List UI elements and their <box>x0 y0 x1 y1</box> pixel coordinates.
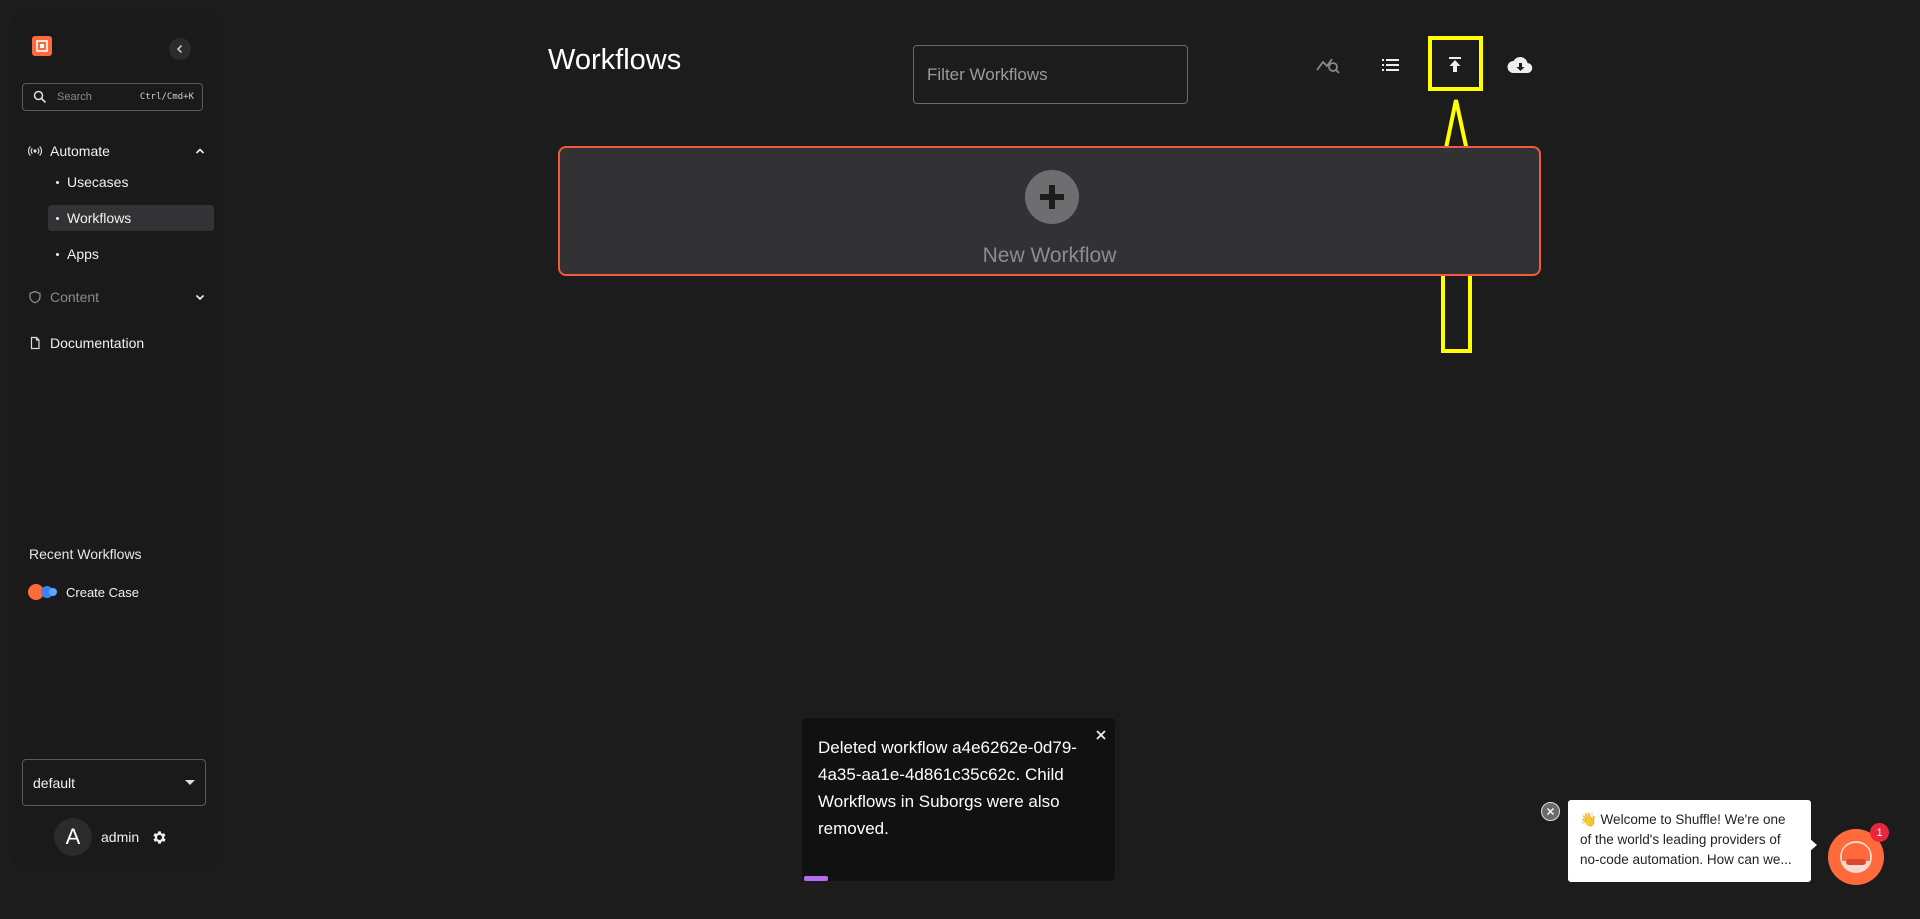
new-workflow-card[interactable]: New Workflow <box>558 146 1541 276</box>
search-chart-icon <box>1316 58 1340 74</box>
chat-unread-badge: 1 <box>1870 823 1889 842</box>
close-toast-button[interactable] <box>1091 725 1111 745</box>
search-icon <box>33 90 47 104</box>
sidebar-item-label: Workflows <box>67 210 132 226</box>
broadcast-icon <box>28 145 42 157</box>
search-shortcut: Ctrl/Cmd+K <box>139 92 194 102</box>
sidebar-item-workflows[interactable]: Workflows <box>48 205 214 231</box>
avatar[interactable]: A <box>54 818 92 856</box>
user-row: A admin <box>54 818 168 856</box>
chevron-down-icon <box>195 294 205 301</box>
close-icon <box>1096 730 1106 740</box>
toast-progress-bar <box>804 876 828 881</box>
recent-workflow-item[interactable]: Create Case <box>28 583 139 601</box>
plus-icon <box>1025 170 1079 224</box>
toast-message: Deleted workflow a4e6262e-0d79-4a35-aa1e… <box>818 738 1077 838</box>
username: admin <box>101 829 140 845</box>
sidebar: Search Ctrl/Cmd+K Automate Usecases Work… <box>10 14 218 866</box>
cloud-download-icon <box>1507 56 1533 74</box>
shield-icon <box>29 290 41 304</box>
nav-documentation-label: Documentation <box>50 335 145 351</box>
toast-notification: Deleted workflow a4e6262e-0d79-4a35-aa1e… <box>802 718 1115 881</box>
chat-bot-icon <box>1840 841 1872 873</box>
nav-automate-label: Automate <box>50 143 110 159</box>
new-workflow-label: New Workflow <box>982 244 1117 267</box>
nav-content[interactable]: Content <box>28 289 206 305</box>
nav-documentation[interactable]: Documentation <box>28 335 206 351</box>
recent-workflows-title: Recent Workflows <box>29 546 142 562</box>
bullet <box>56 252 59 256</box>
collapse-sidebar-button[interactable] <box>169 38 191 60</box>
sidebar-item-apps[interactable]: Apps <box>48 241 214 267</box>
dropdown-arrow-icon <box>185 779 195 785</box>
nav-automate[interactable]: Automate <box>28 143 206 159</box>
nav-content-label: Content <box>50 289 100 305</box>
page-title: Workflows <box>548 44 682 76</box>
list-view-icon <box>1382 59 1399 71</box>
recent-workflow-label: Create Case <box>66 584 139 600</box>
chevron-up-icon <box>195 148 205 154</box>
org-select-value: default <box>33 774 76 791</box>
download-workflow-button[interactable] <box>1502 47 1538 83</box>
chevron-left-icon <box>177 45 182 53</box>
bullet <box>56 180 59 184</box>
sidebar-search[interactable]: Search Ctrl/Cmd+K <box>22 83 203 111</box>
list-view-button[interactable] <box>1373 47 1409 83</box>
dismiss-chat-button[interactable] <box>1541 802 1560 821</box>
document-icon <box>30 336 40 350</box>
sidebar-item-label: Apps <box>67 246 99 262</box>
close-icon <box>1547 808 1554 815</box>
bullet <box>56 216 59 220</box>
gear-icon[interactable] <box>151 829 168 846</box>
chat-welcome-bubble[interactable]: 👋 Welcome to Shuffle! We're one of the w… <box>1568 800 1811 882</box>
workflow-apps-icon <box>28 583 60 601</box>
shuffle-logo[interactable] <box>32 36 52 56</box>
sidebar-item-label: Usecases <box>67 174 129 190</box>
filter-workflows-input[interactable] <box>913 45 1188 104</box>
chat-bubble-tail <box>1809 838 1817 852</box>
highlight-box <box>1428 36 1483 91</box>
sidebar-item-usecases[interactable]: Usecases <box>48 169 214 195</box>
org-select[interactable]: default <box>22 759 206 806</box>
search-placeholder: Search <box>57 91 92 103</box>
search-chart-button[interactable] <box>1310 47 1346 83</box>
